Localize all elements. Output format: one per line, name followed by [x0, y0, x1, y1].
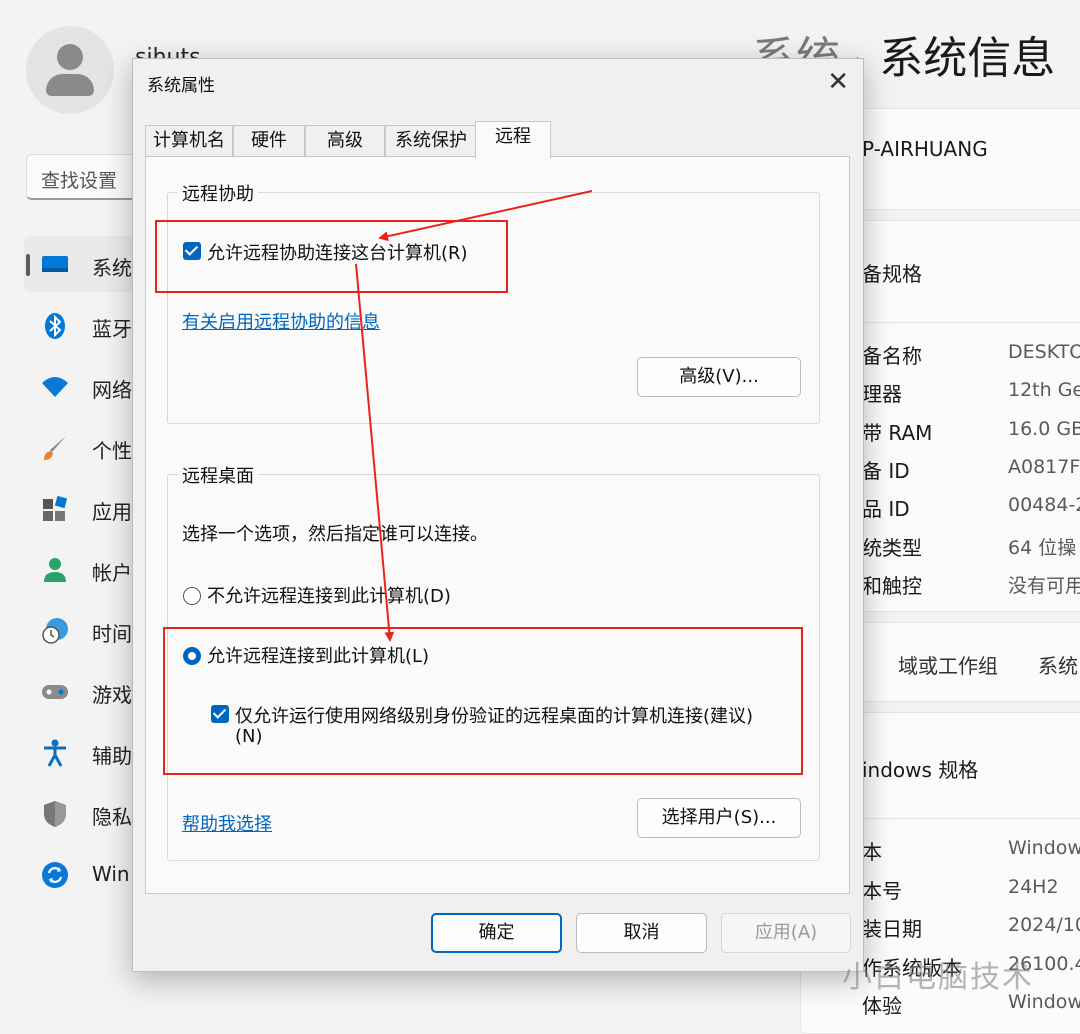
arrow-to-checkbox [378, 190, 593, 242]
tab-remote[interactable]: 远程 [475, 121, 551, 158]
watermark: 小白电脑技术 [842, 960, 1034, 995]
arrow-to-remote-desktop [355, 263, 395, 642]
